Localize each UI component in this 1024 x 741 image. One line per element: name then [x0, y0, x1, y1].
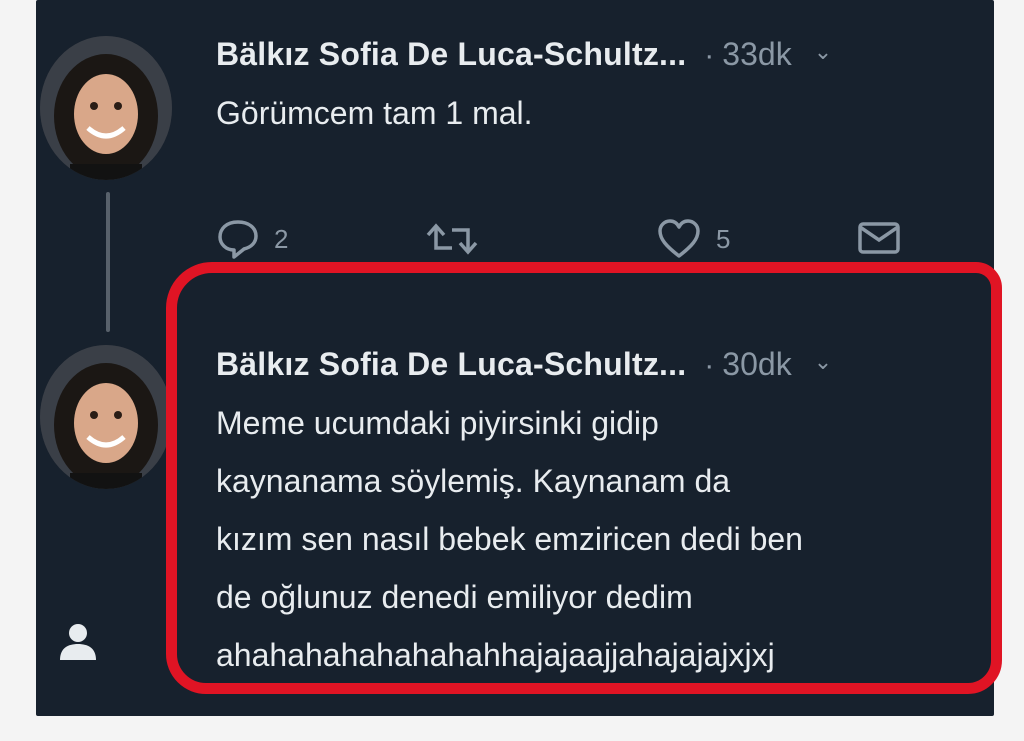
retweet-icon: [426, 223, 478, 255]
separator-dot: ·: [704, 39, 715, 72]
avatar[interactable]: [40, 345, 172, 489]
heart-icon: [658, 219, 700, 258]
like-button[interactable]: 5: [656, 218, 730, 260]
like-count: 5: [716, 223, 731, 254]
reply-button[interactable]: 2: [216, 218, 288, 260]
tweet-timestamp[interactable]: 30dk: [722, 346, 791, 383]
thread-connector-line: [106, 192, 110, 332]
chevron-down-icon[interactable]: ⌄: [814, 39, 832, 65]
chevron-down-icon[interactable]: ⌄: [814, 349, 832, 375]
avatar-portrait: [40, 345, 172, 489]
direct-message-button[interactable]: [856, 218, 902, 258]
avatar-portrait: [40, 36, 172, 180]
avatar[interactable]: [40, 36, 172, 180]
tweet-header: Bälkız Sofia De Luca-Schultz... · 30dk ⌄: [216, 346, 832, 383]
tweet-timestamp[interactable]: 33dk: [722, 36, 791, 73]
envelope-icon: [858, 222, 900, 254]
tweet-text: Görümcem tam 1 mal.: [216, 95, 533, 131]
person-icon[interactable]: [56, 620, 100, 664]
tweet-text: Meme ucumdaki piyirsinki gidip kaynanama…: [216, 405, 803, 673]
retweet-button[interactable]: [424, 218, 494, 260]
tweet-thread-screenshot: Bälkız Sofia De Luca-Schultz... · 33dk ⌄…: [36, 0, 994, 716]
separator-dot: ·: [704, 349, 715, 382]
reply-count: 2: [274, 223, 289, 254]
tweet-header: Bälkız Sofia De Luca-Schultz... · 33dk ⌄: [216, 36, 832, 73]
tweet-actions: 2 5: [216, 218, 916, 268]
author-name[interactable]: Bälkız Sofia De Luca-Schultz...: [216, 36, 686, 73]
author-name[interactable]: Bälkız Sofia De Luca-Schultz...: [216, 346, 686, 383]
reply-icon: [218, 220, 258, 259]
